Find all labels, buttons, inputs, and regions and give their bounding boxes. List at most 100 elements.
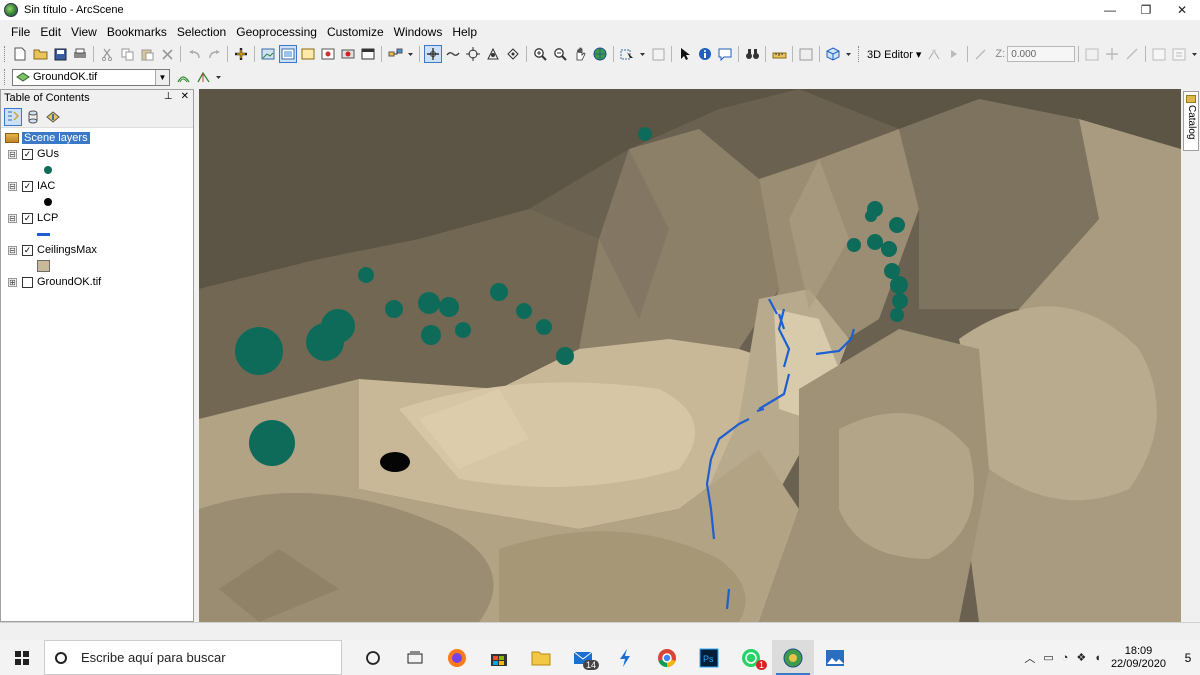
fly-icon[interactable]: [444, 45, 462, 63]
toolbar-grip[interactable]: [858, 46, 861, 62]
pin-icon[interactable]: ⊥: [164, 91, 173, 102]
toolbar-grip[interactable]: [4, 46, 7, 62]
scene-view[interactable]: [199, 89, 1181, 622]
menu-file[interactable]: File: [6, 25, 35, 39]
firefox-icon[interactable]: [436, 640, 478, 675]
battery-icon[interactable]: ▭: [1043, 651, 1053, 664]
menu-selection[interactable]: Selection: [172, 25, 231, 39]
layer-visibility-checkbox[interactable]: ✓: [22, 212, 33, 224]
toolbar-grip[interactable]: [4, 69, 7, 85]
scene-properties-icon[interactable]: [259, 45, 277, 63]
navigate-icon[interactable]: [424, 45, 442, 63]
split-tool-icon[interactable]: [1083, 45, 1101, 63]
list-by-drawing-order-icon[interactable]: [4, 107, 22, 126]
find-binoculars-icon[interactable]: [743, 45, 761, 63]
set-observer-icon[interactable]: [504, 45, 522, 63]
select-elements-icon[interactable]: [676, 45, 694, 63]
copy-icon[interactable]: [118, 45, 136, 63]
open-folder-icon[interactable]: [31, 45, 49, 63]
list-by-source-icon[interactable]: [24, 108, 42, 126]
photoshop-icon[interactable]: Ps: [688, 640, 730, 675]
select-features-icon[interactable]: [618, 45, 636, 63]
measure-icon[interactable]: [770, 45, 788, 63]
full-extent-icon[interactable]: [279, 45, 297, 63]
move-tool-icon[interactable]: [1103, 45, 1121, 63]
save-icon[interactable]: [51, 45, 69, 63]
menu-windows[interactable]: Windows: [389, 25, 448, 39]
point-symbol-icon[interactable]: [44, 198, 52, 206]
edit-vertices-icon[interactable]: [925, 45, 943, 63]
mail-icon[interactable]: 14: [562, 640, 604, 675]
layer-name[interactable]: IAC: [37, 180, 55, 192]
redo-icon[interactable]: [205, 45, 223, 63]
3d-dropdown-icon[interactable]: [844, 45, 853, 63]
scene-layers-group[interactable]: Scene layers: [1, 130, 193, 146]
print-icon[interactable]: [71, 45, 89, 63]
select-dropdown-icon[interactable]: [638, 45, 647, 63]
layer-name[interactable]: LCP: [37, 212, 58, 224]
layer-visibility-checkbox[interactable]: ✓: [22, 180, 33, 192]
toc-close-icon[interactable]: ✕: [181, 91, 189, 102]
zoom-in-icon[interactable]: [531, 45, 549, 63]
editor-dropdown-icon[interactable]: [1190, 45, 1199, 63]
volume-icon[interactable]: ◖: [1094, 652, 1101, 664]
layer-row-ceilingsmax[interactable]: ⊟ ✓ CeilingsMax: [1, 242, 193, 258]
z-value-input[interactable]: 0.000: [1007, 46, 1076, 62]
layer-name[interactable]: CeilingsMax: [37, 244, 97, 256]
cortana-icon[interactable]: [352, 640, 394, 675]
scene-viewer-icon[interactable]: [797, 45, 815, 63]
clock[interactable]: 18:09 22/09/2020: [1111, 645, 1166, 671]
undo-icon[interactable]: [185, 45, 203, 63]
menu-view[interactable]: View: [66, 25, 102, 39]
toolbar-dropdown-icon[interactable]: [406, 45, 415, 63]
paste-icon[interactable]: [138, 45, 156, 63]
menu-help[interactable]: Help: [447, 25, 482, 39]
zoom-out-icon[interactable]: [551, 45, 569, 63]
zoom-to-target-icon[interactable]: [484, 45, 502, 63]
network-icon[interactable]: ◔: [1062, 652, 1069, 664]
scale-tool-icon[interactable]: [1123, 45, 1141, 63]
close-button[interactable]: ✕: [1164, 0, 1200, 20]
full-extent-globe-icon[interactable]: [591, 45, 609, 63]
expand-icon[interactable]: ⊞: [8, 277, 17, 287]
arcscene-taskbar-icon[interactable]: [772, 640, 814, 675]
maximize-button[interactable]: ❐: [1128, 0, 1164, 20]
layer-name[interactable]: GroundOK.tif: [37, 276, 101, 288]
store-icon[interactable]: [478, 640, 520, 675]
power-automate-icon[interactable]: [604, 640, 646, 675]
whatsapp-icon[interactable]: 1: [730, 640, 772, 675]
layer-select[interactable]: GroundOK.tif ▼: [12, 68, 170, 86]
model-builder-icon[interactable]: [386, 45, 404, 63]
start-button[interactable]: [0, 640, 44, 675]
attributes-icon[interactable]: [1150, 45, 1168, 63]
animation-icon[interactable]: [339, 45, 357, 63]
add-data-icon[interactable]: [232, 45, 250, 63]
file-explorer-icon[interactable]: [520, 640, 562, 675]
dropbox-icon[interactable]: ❖: [1076, 651, 1086, 664]
new-document-icon[interactable]: [11, 45, 29, 63]
html-popup-icon[interactable]: [716, 45, 734, 63]
pan-hand-icon[interactable]: [571, 45, 589, 63]
chrome-icon[interactable]: [646, 640, 688, 675]
taskbar-search[interactable]: Escribe aquí para buscar: [44, 640, 342, 675]
menu-bookmarks[interactable]: Bookmarks: [102, 25, 172, 39]
layer-view-icon[interactable]: [299, 45, 317, 63]
list-by-visibility-icon[interactable]: [44, 108, 62, 126]
viewer-icon[interactable]: [319, 45, 337, 63]
delete-icon[interactable]: [158, 45, 176, 63]
collapse-icon[interactable]: ⊟: [8, 149, 17, 159]
create-features-icon[interactable]: [1170, 45, 1188, 63]
notification-center-icon[interactable]: 5: [1176, 640, 1200, 675]
minimize-button[interactable]: —: [1092, 0, 1128, 20]
contour-tool-icon[interactable]: [174, 68, 192, 86]
play-edit-icon[interactable]: [945, 45, 963, 63]
cut-icon[interactable]: [98, 45, 116, 63]
layer-row-gus[interactable]: ⊟ ✓ GUs: [1, 146, 193, 162]
layer-visibility-checkbox[interactable]: ✓: [22, 244, 33, 256]
collapse-icon[interactable]: ⊟: [8, 181, 17, 191]
task-view-icon[interactable]: [394, 640, 436, 675]
layer-row-groundok[interactable]: ⊞ GroundOK.tif: [1, 274, 193, 290]
target-center-icon[interactable]: [464, 45, 482, 63]
clear-selection-icon[interactable]: [649, 45, 667, 63]
layer-row-iac[interactable]: ⊟ ✓ IAC: [1, 178, 193, 194]
